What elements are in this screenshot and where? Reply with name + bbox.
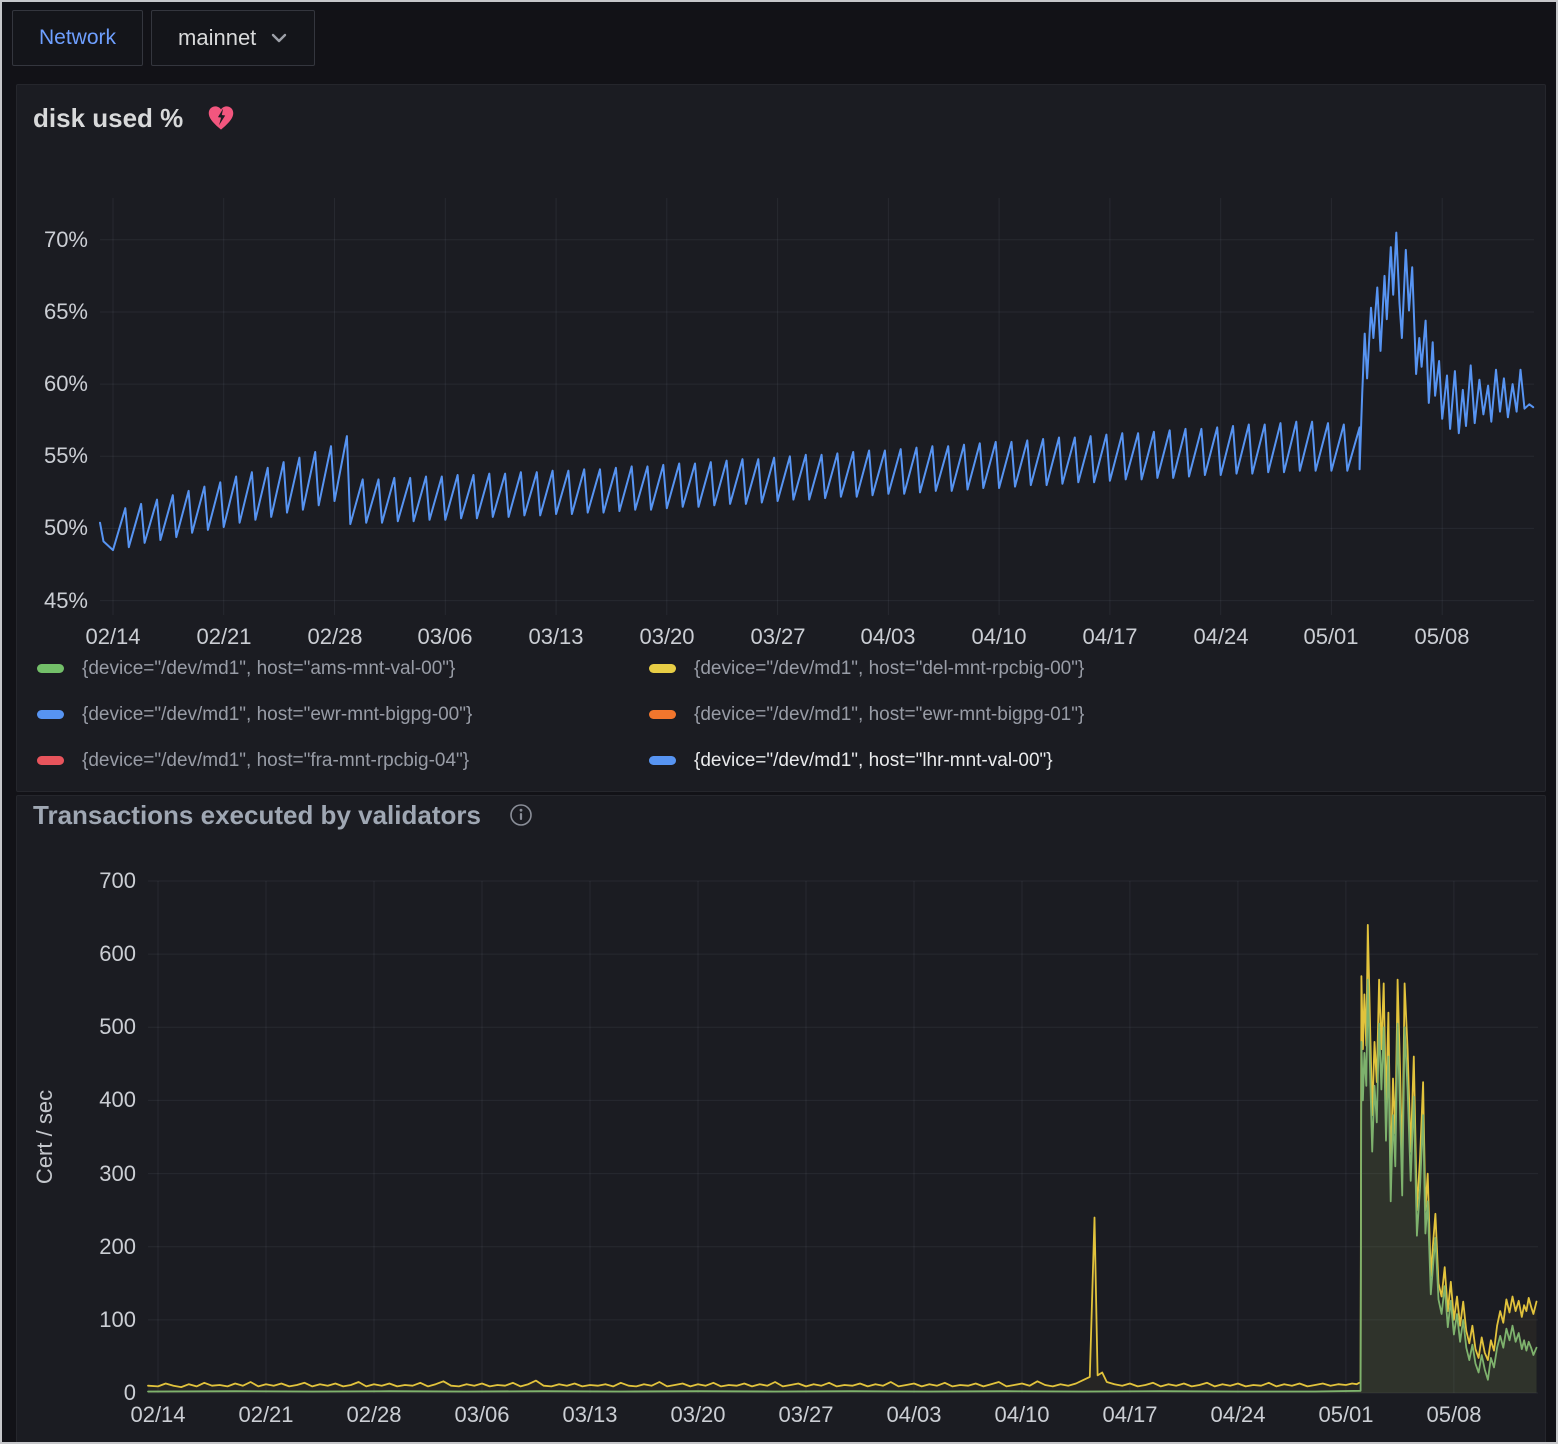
x-tick-label: 05/01 [1286,624,1376,650]
panel-title: disk used % [33,103,183,133]
disk-used-panel-header[interactable]: disk used % [33,103,235,133]
transactions-panel-header[interactable]: Transactions executed by validators [33,800,533,830]
x-tick-label: 03/27 [733,624,823,650]
y-tick-label: 50% [44,515,88,541]
x-tick-label: 03/20 [653,1402,743,1428]
x-tick-label: 04/17 [1065,624,1155,650]
chart-canvas[interactable] [100,198,1534,615]
variable-toolbar: Network mainnet [12,10,315,66]
y-tick-label: 500 [99,1014,136,1040]
series-color-dash [649,756,676,765]
y-tick-label: 55% [44,443,88,469]
legend-item[interactable]: {device="/dev/md1", host="del-mnt-rpcbig… [649,653,1084,684]
network-label-text: Network [39,26,116,50]
x-tick-label: 05/08 [1409,1402,1499,1428]
panel-title: Transactions executed by validators [33,800,481,830]
x-tick-label: 04/24 [1193,1402,1283,1428]
series-color-dash [649,710,676,719]
x-tick-label: 04/10 [977,1402,1067,1428]
legend-label: {device="/dev/md1", host="ewr-mnt-bigpg-… [82,699,472,730]
transactions-panel: Transactions executed by validators Cert… [16,795,1546,1444]
network-variable-select[interactable]: mainnet [151,10,315,66]
chevron-down-icon [270,32,288,44]
x-tick-label: 03/20 [622,624,712,650]
legend-item[interactable]: {device="/dev/md1", host="ewr-mnt-bigpg-… [649,699,1084,730]
x-tick-label: 03/13 [545,1402,635,1428]
x-tick-label: 03/06 [400,624,490,650]
legend-label: {device="/dev/md1", host="del-mnt-rpcbig… [694,653,1084,684]
y-tick-label: 65% [44,299,88,325]
disk-used-legend: {device="/dev/md1", host="ams-mnt-val-00… [37,653,1084,776]
legend-label: {device="/dev/md1", host="ams-mnt-val-00… [82,653,455,684]
grafana-dashboard: Network mainnet disk used % 02/1402/2102… [0,0,1558,1444]
y-axis-title: Cert / sec [32,1090,58,1184]
x-tick-label: 02/14 [68,624,158,650]
x-tick-label: 02/28 [329,1402,419,1428]
x-tick-label: 04/24 [1176,624,1266,650]
y-tick-label: 400 [99,1087,136,1113]
legend-label: {device="/dev/md1", host="ewr-mnt-bigpg-… [694,699,1084,730]
legend-label: {device="/dev/md1", host="lhr-mnt-val-00… [694,745,1053,776]
legend-item[interactable]: {device="/dev/md1", host="ewr-mnt-bigpg-… [37,699,649,730]
disk-used-chart[interactable]: 02/1402/2102/2803/0603/1303/2003/2704/03… [100,198,1534,615]
x-tick-label: 04/10 [954,624,1044,650]
legend-item[interactable]: {device="/dev/md1", host="fra-mnt-rpcbig… [37,745,649,776]
disk-used-panel: disk used % 02/1402/2102/2803/0603/1303/… [16,84,1546,792]
x-tick-label: 05/08 [1397,624,1487,650]
series-color-dash [37,664,64,673]
series-color-dash [37,756,64,765]
transactions-chart[interactable]: 02/1402/2102/2803/0603/1303/2003/2704/03… [148,881,1538,1393]
series-color-dash [649,664,676,673]
y-tick-label: 300 [99,1161,136,1187]
series-color-dash [37,710,64,719]
x-tick-label: 03/06 [437,1402,527,1428]
y-tick-label: 45% [44,588,88,614]
y-tick-label: 700 [99,868,136,894]
chart-canvas[interactable] [148,881,1538,1393]
x-tick-label: 03/13 [511,624,601,650]
y-tick-label: 200 [99,1234,136,1260]
x-tick-label: 02/21 [221,1402,311,1428]
legend-item[interactable]: {device="/dev/md1", host="lhr-mnt-val-00… [649,745,1084,776]
y-tick-label: 70% [44,227,88,253]
y-tick-label: 0 [124,1380,136,1406]
x-tick-label: 02/28 [290,624,380,650]
network-variable-label: Network [12,10,143,66]
x-tick-label: 05/01 [1301,1402,1391,1428]
broken-heart-alert-icon[interactable] [207,105,235,131]
x-tick-label: 04/17 [1085,1402,1175,1428]
legend-label: {device="/dev/md1", host="fra-mnt-rpcbig… [82,745,469,776]
x-tick-label: 04/03 [843,624,933,650]
info-icon[interactable] [509,803,533,827]
y-tick-label: 100 [99,1307,136,1333]
x-tick-label: 03/27 [761,1402,851,1428]
y-tick-label: 600 [99,941,136,967]
x-tick-label: 04/03 [869,1402,959,1428]
legend-item[interactable]: {device="/dev/md1", host="ams-mnt-val-00… [37,653,649,684]
network-value-text: mainnet [178,25,256,51]
x-tick-label: 02/21 [179,624,269,650]
y-tick-label: 60% [44,371,88,397]
